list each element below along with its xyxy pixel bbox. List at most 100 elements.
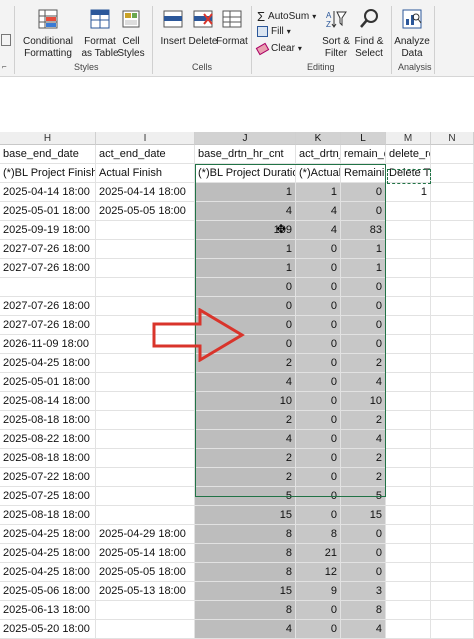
cell-m[interactable] <box>386 354 431 373</box>
cell-j[interactable]: 4 <box>195 620 296 639</box>
cell-m[interactable] <box>386 411 431 430</box>
cell-j[interactable]: 4 <box>195 430 296 449</box>
format-as-table-button[interactable]: Format as Table <box>80 8 120 60</box>
cell-m[interactable] <box>386 620 431 639</box>
cell-k[interactable]: 0 <box>296 316 341 335</box>
conditional-formatting-button[interactable]: Conditional Formatting <box>18 8 78 60</box>
analyze-data-button[interactable]: Analyze Data <box>394 8 430 60</box>
cell-n[interactable] <box>431 544 474 563</box>
cell-i[interactable]: Actual Finish <box>96 164 195 183</box>
cell-i[interactable]: 2025-04-29 18:00 <box>96 525 195 544</box>
cell-n[interactable] <box>431 468 474 487</box>
cell-l[interactable]: Remaining <box>341 164 386 183</box>
cell-h[interactable]: 2025-08-18 18:00 <box>0 449 96 468</box>
cell-h[interactable]: 2025-04-25 18:00 <box>0 525 96 544</box>
cell-i[interactable] <box>96 240 195 259</box>
cell-l[interactable]: 1 <box>341 259 386 278</box>
cell-k[interactable]: 0 <box>296 259 341 278</box>
cell-n[interactable] <box>431 202 474 221</box>
cell-m[interactable] <box>386 582 431 601</box>
cell-l[interactable]: 2 <box>341 468 386 487</box>
cell-k[interactable]: 0 <box>296 506 341 525</box>
cell-l[interactable]: 15 <box>341 506 386 525</box>
cell-h[interactable]: 2025-07-22 18:00 <box>0 468 96 487</box>
cell-l[interactable]: 0 <box>341 316 386 335</box>
cell-l[interactable]: 0 <box>341 278 386 297</box>
cell-n[interactable] <box>431 525 474 544</box>
cell-k[interactable]: 21 <box>296 544 341 563</box>
cell-i[interactable] <box>96 430 195 449</box>
cell-l[interactable]: 2 <box>341 411 386 430</box>
cell-l[interactable]: 2 <box>341 354 386 373</box>
cell-i[interactable] <box>96 468 195 487</box>
column-header-n[interactable]: N <box>431 132 474 145</box>
cell-k[interactable]: 0 <box>296 354 341 373</box>
cell-m[interactable]: delete_record_flag <box>386 145 431 164</box>
cell-h[interactable]: 2027-07-26 18:00 <box>0 240 96 259</box>
cell-l[interactable]: 0 <box>341 563 386 582</box>
cell-h[interactable]: 2025-05-06 18:00 <box>0 582 96 601</box>
cell-j[interactable]: 4 <box>195 202 296 221</box>
cell-m[interactable] <box>386 544 431 563</box>
cell-n[interactable] <box>431 373 474 392</box>
cell-l[interactable]: 1 <box>341 240 386 259</box>
cell-j[interactable]: 0 <box>195 278 296 297</box>
cell-m[interactable]: Delete This Row <box>386 164 431 183</box>
cell-j[interactable]: 8 <box>195 544 296 563</box>
format-button[interactable]: Format <box>216 8 248 48</box>
cell-h[interactable]: 2025-04-25 18:00 <box>0 544 96 563</box>
cell-m[interactable] <box>386 297 431 316</box>
find-select-button[interactable]: Find & Select <box>352 8 386 60</box>
cell-n[interactable] <box>431 430 474 449</box>
cell-k[interactable]: 0 <box>296 297 341 316</box>
cell-m[interactable] <box>386 468 431 487</box>
column-header-k[interactable]: K <box>296 132 341 145</box>
cell-i[interactable]: 2025-05-13 18:00 <box>96 582 195 601</box>
delete-button[interactable]: Delete <box>188 8 218 48</box>
cell-n[interactable] <box>431 506 474 525</box>
cell-k[interactable]: 0 <box>296 373 341 392</box>
cell-h[interactable]: 2025-05-20 18:00 <box>0 620 96 639</box>
cell-i[interactable] <box>96 221 195 240</box>
cell-j[interactable]: 4 <box>195 373 296 392</box>
cell-k[interactable]: 0 <box>296 468 341 487</box>
cell-l[interactable]: 0 <box>341 183 386 202</box>
cell-h[interactable]: 2025-05-01 18:00 <box>0 373 96 392</box>
insert-button[interactable]: Insert <box>158 8 188 48</box>
cell-m[interactable] <box>386 601 431 620</box>
cell-i[interactable] <box>96 620 195 639</box>
cell-j[interactable]: (*)BL Project Duration(d <box>195 164 296 183</box>
cell-j[interactable]: 10 <box>195 392 296 411</box>
cell-n[interactable] <box>431 563 474 582</box>
cell-i[interactable] <box>96 411 195 430</box>
column-header-l[interactable]: L <box>341 132 386 145</box>
cell-h[interactable]: 2027-07-26 18:00 <box>0 316 96 335</box>
cell-j[interactable]: 1 <box>195 240 296 259</box>
cell-i[interactable] <box>96 373 195 392</box>
column-header-m[interactable]: M <box>386 132 431 145</box>
clear-button[interactable]: Clear ▾ <box>255 42 302 55</box>
cell-j[interactable]: 2 <box>195 449 296 468</box>
cell-m[interactable] <box>386 202 431 221</box>
cell-k[interactable]: 0 <box>296 601 341 620</box>
cell-m[interactable]: 1 <box>386 183 431 202</box>
cell-k[interactable]: 0 <box>296 240 341 259</box>
cell-n[interactable] <box>431 411 474 430</box>
cell-m[interactable] <box>386 240 431 259</box>
cell-i[interactable]: 2025-05-05 18:00 <box>96 563 195 582</box>
cell-m[interactable] <box>386 278 431 297</box>
cell-h[interactable]: base_end_date <box>0 145 96 164</box>
cell-l[interactable]: 0 <box>341 525 386 544</box>
column-header-i[interactable]: I <box>96 132 195 145</box>
cell-i[interactable] <box>96 506 195 525</box>
cell-k[interactable]: 0 <box>296 411 341 430</box>
cell-h[interactable]: 2025-08-18 18:00 <box>0 411 96 430</box>
cell-h[interactable]: 2025-04-25 18:00 <box>0 354 96 373</box>
cell-j[interactable]: base_drtn_hr_cnt <box>195 145 296 164</box>
cell-j[interactable]: 15 <box>195 582 296 601</box>
cell-m[interactable] <box>386 335 431 354</box>
cell-k[interactable]: 4 <box>296 221 341 240</box>
cell-m[interactable] <box>386 221 431 240</box>
cell-i[interactable] <box>96 259 195 278</box>
cell-l[interactable]: 0 <box>341 544 386 563</box>
